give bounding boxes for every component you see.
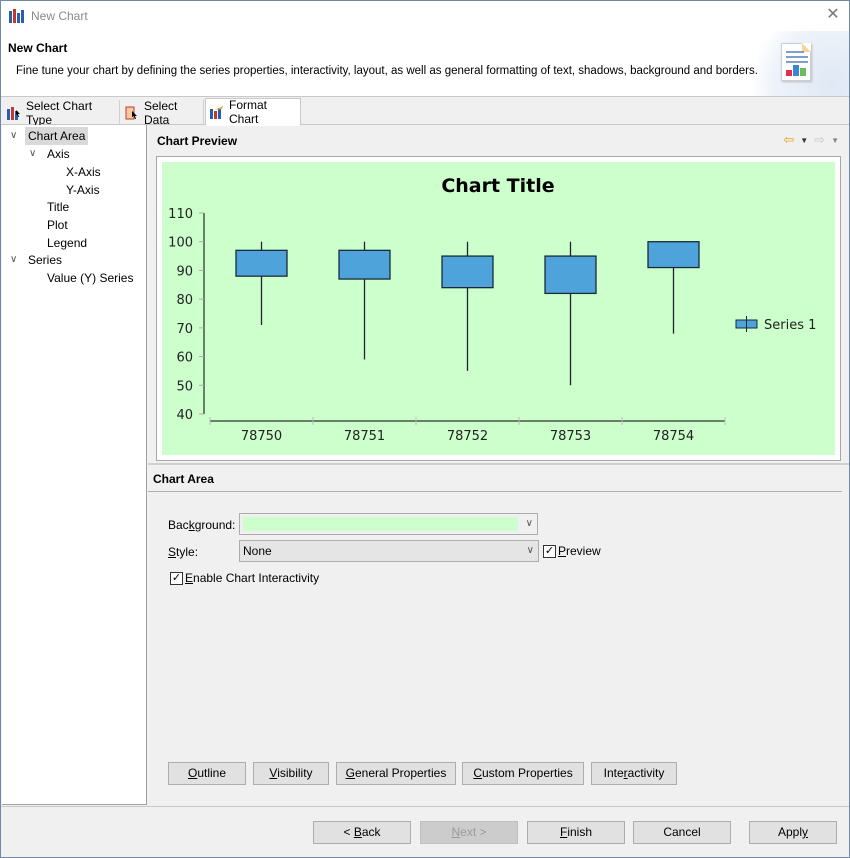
new-chart-dialog: New Chart ✕ New Chart Fine tune your cha… [0, 0, 850, 858]
y-tick-label: 50 [176, 379, 193, 394]
section-title: Chart Area [153, 472, 214, 486]
chevron-down-icon[interactable]: ∨ [29, 145, 39, 163]
x-tick-label: 78751 [344, 429, 385, 444]
tab-label: Format Chart [229, 98, 268, 126]
tree-item-chart-area[interactable]: Chart Area [25, 127, 89, 145]
cancel-button[interactable]: Cancel [633, 821, 731, 844]
wizard-header: New Chart Fine tune your chart by defini… [1, 31, 849, 97]
custom-properties-button[interactable]: Custom Properties [462, 762, 584, 785]
x-tick-label: 78753 [550, 429, 591, 444]
legend-label: Series 1 [764, 318, 816, 333]
enable-interactivity-checkbox[interactable]: ✓ Enable Chart Interactivity [170, 571, 319, 585]
x-tick-label: 78750 [241, 429, 282, 444]
window-title: New Chart [31, 9, 88, 23]
page-description: Fine tune your chart by defining the ser… [16, 65, 758, 77]
chart-title: Chart Title [441, 175, 554, 197]
interactivity-button[interactable]: Interactivity [591, 762, 677, 785]
y-tick-label: 60 [176, 351, 193, 366]
tree-item-series[interactable]: Series [25, 251, 65, 269]
tree-item-title[interactable]: Title [44, 198, 72, 216]
y-tick-label: 80 [176, 293, 193, 308]
visibility-button[interactable]: Visibility [253, 762, 329, 785]
box-78753 [544, 241, 597, 386]
tree-item-y-axis[interactable]: Y-Axis [63, 181, 103, 199]
forward-dropdown-icon[interactable]: ▼ [831, 136, 839, 145]
chevron-down-icon: ∨ [526, 545, 534, 556]
divider [1, 806, 849, 807]
chevron-down-icon[interactable]: ∨ [10, 127, 20, 145]
box-78751 [338, 241, 391, 360]
series-boxes [235, 241, 700, 386]
chart-type-icon [7, 106, 21, 120]
format-tree: ∨ Chart Area ∨ Axis X-Axis Y-Axis Title … [2, 125, 147, 805]
back-button[interactable]: < Back [313, 821, 411, 844]
tree-item-plot[interactable]: Plot [44, 216, 71, 234]
box-body [235, 249, 288, 277]
title-bar: New Chart ✕ [1, 1, 849, 31]
style-select-value: None [243, 544, 272, 558]
divider [148, 463, 849, 465]
format-panel: Chart Preview ⇦ ▼ ⇨ ▼ Chart Title 40 50 60… [148, 125, 849, 805]
x-tick-label: 78752 [447, 429, 488, 444]
tab-label: Select Data [144, 98, 178, 127]
checkbox-checked-icon: ✓ [170, 571, 183, 585]
chevron-down-icon: ∨ [525, 518, 533, 529]
back-arrow-icon[interactable]: ⇦ [783, 132, 794, 148]
next-button[interactable]: Next > [420, 821, 518, 844]
tab-format-chart[interactable]: Format Chart [205, 98, 301, 126]
style-select[interactable]: None ∨ [239, 540, 539, 562]
tree-item-legend[interactable]: Legend [44, 234, 90, 252]
box-body [647, 241, 700, 269]
format-chart-icon [210, 105, 224, 119]
wizard-chart-document-icon [781, 43, 811, 81]
enable-interactivity-label: Enable Chart Interactivity [185, 571, 320, 585]
background-color-swatch [243, 517, 518, 531]
preview-checkbox[interactable]: ✓ Preview [543, 544, 601, 558]
page-title: New Chart [8, 41, 68, 55]
box-78750 [235, 241, 288, 325]
back-dropdown-icon[interactable]: ▼ [800, 136, 808, 145]
tree-item-axis[interactable]: Axis [44, 145, 73, 163]
chart-preview-label: Chart Preview [157, 134, 238, 148]
style-label: Style: [168, 545, 199, 559]
chart-background: Chart Title 40 50 60 70 80 90 100 110 78750 7875… [162, 162, 835, 455]
apply-button[interactable]: Apply [749, 821, 837, 844]
close-icon[interactable]: ✕ [825, 7, 841, 23]
chart-svg[interactable]: Chart Title 405060708090100110 78750 7875… [162, 162, 835, 455]
chart-app-icon [9, 9, 25, 23]
preview-label: Preview [558, 544, 601, 558]
forward-arrow-icon[interactable]: ⇨ [814, 132, 825, 148]
background-label: Background: [168, 518, 236, 532]
chevron-down-icon[interactable]: ∨ [10, 251, 20, 269]
finish-button[interactable]: Finish [527, 821, 625, 844]
wizard-tabs: Select Chart Type Select Data Format Cha… [1, 97, 849, 127]
x-tick-label: 78754 [653, 429, 694, 444]
box-78754 [647, 241, 700, 334]
y-tick-label: 40 [176, 408, 193, 423]
box-78752 [441, 241, 494, 371]
box-body [338, 249, 391, 280]
chart-preview-frame: Chart Title 40 50 60 70 80 90 100 110 78750 7875… [156, 156, 841, 461]
chart-legend: Series 1 [735, 316, 816, 333]
x-axis: 78750 78751 78752 78753 78754 [209, 417, 726, 444]
divider [148, 491, 842, 492]
y-tick-label: 110 [168, 207, 193, 222]
y-tick-label: 100 [168, 236, 193, 251]
tab-label: Select Chart Type [26, 98, 93, 127]
y-axis: 40 50 60 70 80 90 100 110 [168, 207, 205, 423]
box-body [544, 255, 597, 295]
y-tick-label: 90 [176, 264, 193, 279]
background-color-picker[interactable]: ∨ [239, 513, 538, 535]
tree-item-x-axis[interactable]: X-Axis [63, 163, 104, 181]
select-data-icon [125, 106, 139, 120]
general-properties-button[interactable]: General Properties [336, 762, 456, 785]
tab-select-chart-type[interactable]: Select Chart Type [3, 98, 120, 127]
preview-nav: ⇦ ▼ ⇨ ▼ [783, 132, 839, 148]
tree-item-value-y-series[interactable]: Value (Y) Series [44, 269, 136, 287]
box-body [441, 255, 494, 289]
tab-select-data[interactable]: Select Data [121, 98, 204, 127]
outline-button[interactable]: Outline [168, 762, 246, 785]
y-tick-label: 70 [176, 322, 193, 337]
checkbox-checked-icon: ✓ [543, 544, 556, 558]
